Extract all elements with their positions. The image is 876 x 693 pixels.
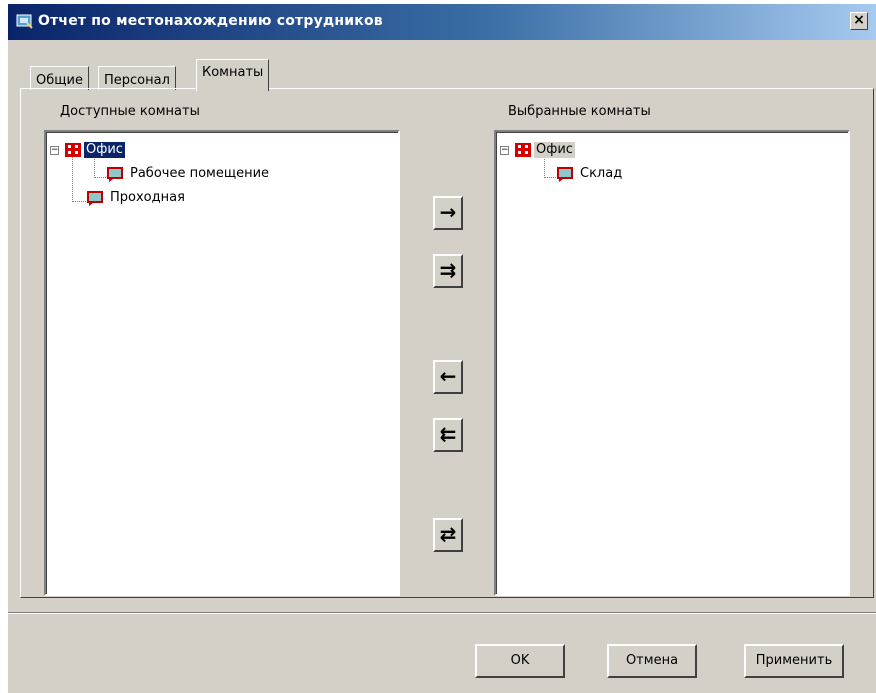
footer-separator [8, 612, 876, 614]
building-icon [65, 143, 81, 157]
available-rooms-label: Доступные комнаты [60, 104, 200, 119]
tab-personnel[interactable]: Персонал [98, 66, 176, 90]
tab-general[interactable]: Общие [30, 66, 89, 90]
title-bar[interactable]: Отчет по местонахождению сотрудников × [8, 4, 876, 40]
add-all-button[interactable]: ⇉ [433, 254, 463, 288]
selected-rooms-tree[interactable]: − Офис Склад [494, 130, 850, 596]
ok-button[interactable]: OK [475, 644, 565, 678]
collapse-icon[interactable]: − [500, 146, 509, 155]
tree-node-label: Рабочее помещение [130, 166, 270, 181]
remove-all-button[interactable]: ⇇ [433, 418, 463, 452]
close-button[interactable]: × [850, 12, 868, 30]
collapse-icon[interactable]: − [50, 146, 59, 155]
window-title: Отчет по местонахождению сотрудников [38, 13, 383, 29]
tree-node-label: Проходная [110, 190, 185, 205]
building-icon [515, 143, 531, 157]
apply-button[interactable]: Применить [744, 644, 844, 678]
tree-node-label: Офис [534, 142, 575, 158]
report-icon [16, 14, 33, 29]
remove-button[interactable]: ← [433, 360, 463, 394]
tab-rooms[interactable]: Комнаты [196, 59, 270, 91]
selected-rooms-label: Выбранные комнаты [508, 104, 651, 119]
room-icon [557, 167, 573, 182]
tree-node-label: Склад [580, 166, 623, 181]
tree-node-label: Офис [83, 141, 126, 159]
cancel-button[interactable]: Отмена [607, 644, 697, 678]
swap-button[interactable]: ⇄ [433, 518, 463, 552]
add-button[interactable]: → [433, 196, 463, 230]
report-dialog: Отчет по местонахождению сотрудников × О… [8, 4, 876, 693]
available-rooms-tree[interactable]: − Офис Рабочее помещение Проходная [44, 130, 400, 596]
room-icon [107, 167, 123, 182]
room-icon [87, 191, 103, 206]
